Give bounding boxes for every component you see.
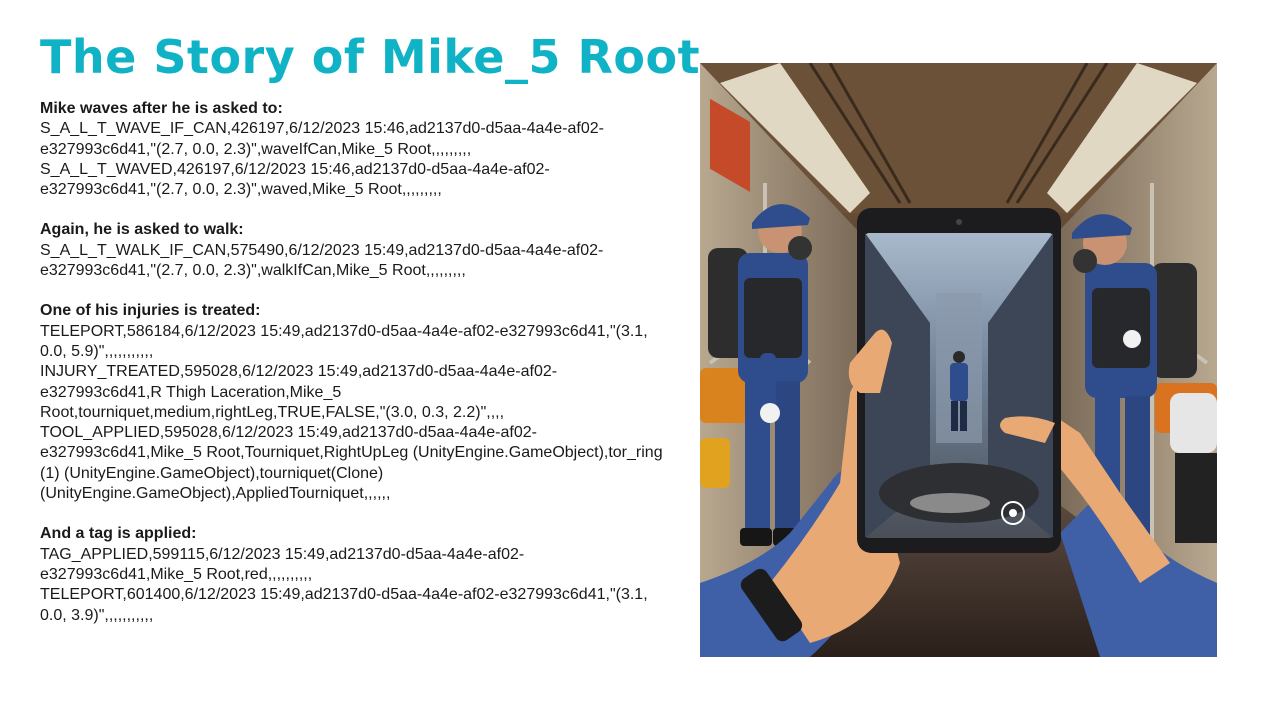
boot-left-a bbox=[740, 528, 772, 546]
section-heading: Again, he is asked to walk: bbox=[40, 221, 244, 239]
screen-responder-head bbox=[953, 351, 965, 363]
glove-right bbox=[1123, 330, 1141, 348]
respirator-left bbox=[788, 236, 812, 260]
respirator-right bbox=[1073, 249, 1097, 273]
backpack-right bbox=[1152, 263, 1197, 378]
section-heading: One of his injuries is treated: bbox=[40, 302, 261, 320]
front-camera-icon bbox=[956, 219, 962, 225]
log-section: Mike waves after he is asked to: S_A_L_T… bbox=[40, 99, 665, 200]
log-section: One of his injuries is treated: TELEPORT… bbox=[40, 301, 665, 504]
log-line: S_A_L_T_WALK_IF_CAN,575490,6/12/2023 15:… bbox=[40, 241, 604, 280]
log-line: TELEPORT,601400,6/12/2023 15:49,ad2137d0… bbox=[40, 586, 648, 624]
seat-left-yellow bbox=[700, 438, 730, 488]
log-section: Again, he is asked to walk: S_A_L_T_WALK… bbox=[40, 220, 665, 281]
vest-right bbox=[1092, 288, 1150, 368]
subway-scene-illustration bbox=[700, 63, 1217, 657]
log-line: INJURY_TREATED,595028,6/12/2023 15:49,ad… bbox=[40, 363, 558, 421]
vest-left bbox=[744, 278, 802, 358]
smartphone bbox=[857, 208, 1061, 553]
section-heading: And a tag is applied: bbox=[40, 525, 197, 543]
log-line: TAG_APPLIED,599115,6/12/2023 15:49,ad213… bbox=[40, 545, 525, 583]
leg-left-b bbox=[775, 381, 800, 531]
seated-passenger bbox=[1170, 393, 1217, 453]
screen-responder-leg-b bbox=[960, 401, 967, 431]
screen-victim bbox=[910, 493, 990, 513]
screen-responder-leg-a bbox=[951, 401, 958, 431]
log-line: TOOL_APPLIED,595028,6/12/2023 15:49,ad21… bbox=[40, 424, 663, 503]
slide-title: The Story of Mike_5 Root bbox=[40, 30, 701, 84]
log-line: S_A_L_T_WAVED,426197,6/12/2023 15:46,ad2… bbox=[40, 160, 550, 199]
log-text-body: Mike waves after he is asked to: S_A_L_T… bbox=[40, 99, 665, 626]
glove-left bbox=[760, 403, 780, 423]
log-line: TELEPORT,586184,6/12/2023 15:49,ad2137d0… bbox=[40, 322, 648, 360]
illustration-svg bbox=[700, 63, 1217, 657]
seated-passenger-legs bbox=[1175, 453, 1217, 543]
log-section: And a tag is applied: TAG_APPLIED,599115… bbox=[40, 524, 665, 625]
camera-shutter-center bbox=[1009, 509, 1017, 517]
screen-responder-figure bbox=[950, 363, 968, 401]
section-heading: Mike waves after he is asked to: bbox=[40, 100, 283, 117]
log-line: S_A_L_T_WAVE_IF_CAN,426197,6/12/2023 15:… bbox=[40, 120, 604, 158]
